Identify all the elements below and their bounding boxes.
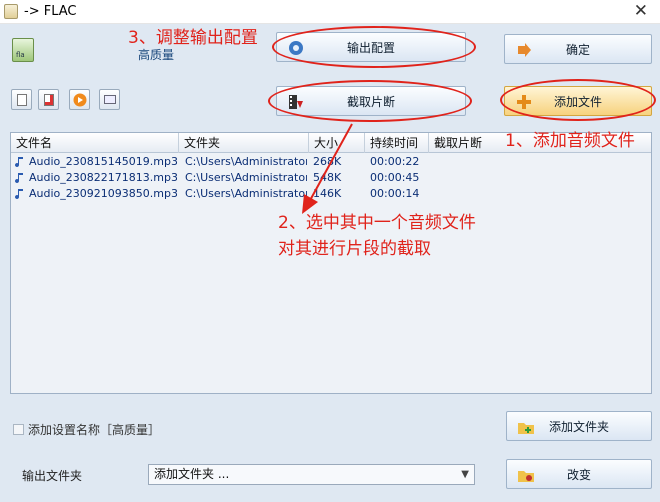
music-file-icon [15, 189, 23, 200]
flac-profile-icon: fla [12, 38, 34, 62]
remove-file-icon [44, 94, 54, 106]
annotation-step3: 3、调整输出配置 [128, 28, 258, 48]
file-clip [434, 186, 634, 202]
folder-add-icon [518, 423, 534, 434]
change-button[interactable]: 改变 [506, 459, 652, 489]
title-bar: -> FLAC ✕ [0, 0, 660, 24]
window-title: -> FLAC [24, 4, 77, 19]
add-profile-name-label: 添加设置名称［高质量］ [28, 423, 161, 437]
add-profile-name-checkbox[interactable] [13, 424, 24, 435]
clear-list-button[interactable] [11, 89, 32, 110]
flac-converter-window: -> FLAC ✕ fla 高质量 输出配置 确定 截取片断 添加文件 文件名 … [0, 0, 660, 502]
highlight-output-config [272, 26, 476, 68]
info-button[interactable] [99, 89, 120, 110]
ok-label: 确定 [565, 42, 590, 57]
annotation-step1: 1、添加音频文件 [505, 131, 635, 151]
file-duration: 00:00:14 [370, 187, 420, 200]
arrow-right-icon [518, 43, 531, 57]
profile-icon-label: fla [16, 51, 25, 59]
file-name: Audio_230815145019.mp3 [29, 155, 177, 168]
add-folder-label: 添加文件夹 [548, 419, 609, 434]
annotation-step2-line2: 对其进行片段的截取 [278, 239, 431, 259]
info-icon [104, 95, 116, 104]
annotation-arrow [302, 123, 353, 214]
music-file-icon [15, 157, 23, 168]
file-name: Audio_230921093850.mp3 [29, 187, 177, 200]
close-icon[interactable]: ✕ [634, 1, 648, 21]
ok-button[interactable]: 确定 [504, 34, 652, 64]
clear-list-icon [17, 94, 27, 106]
app-icon [4, 4, 18, 19]
change-label: 改变 [566, 467, 591, 482]
file-folder: C:\Users\Administrator... [185, 171, 307, 184]
music-file-icon [15, 173, 23, 184]
chevron-down-icon: ▼ [461, 469, 469, 480]
output-folder-label: 输出文件夹 [22, 469, 83, 483]
file-name: Audio_230822171813.mp3 [29, 171, 177, 184]
output-folder-select[interactable]: 添加文件夹 ... ▼ [148, 464, 475, 485]
remove-file-button[interactable] [38, 89, 59, 110]
add-folder-button[interactable]: 添加文件夹 [506, 411, 652, 441]
file-folder: C:\Users\Administrator... [185, 155, 307, 168]
play-icon [73, 93, 87, 107]
file-clip [434, 154, 634, 170]
highlight-clip-button [268, 80, 472, 122]
file-clip [434, 170, 634, 186]
file-folder: C:\Users\Administrator... [185, 187, 307, 200]
play-button[interactable] [69, 89, 90, 110]
output-folder-value: 添加文件夹 ... [154, 467, 230, 481]
profile-name: 高质量 [138, 48, 175, 62]
column-filename[interactable]: 文件名 [11, 133, 179, 153]
folder-icon [518, 471, 534, 482]
highlight-add-file [500, 79, 656, 121]
file-duration: 00:00:45 [370, 171, 420, 184]
file-duration: 00:00:22 [370, 155, 420, 168]
column-duration[interactable]: 持续时间 [365, 133, 429, 153]
